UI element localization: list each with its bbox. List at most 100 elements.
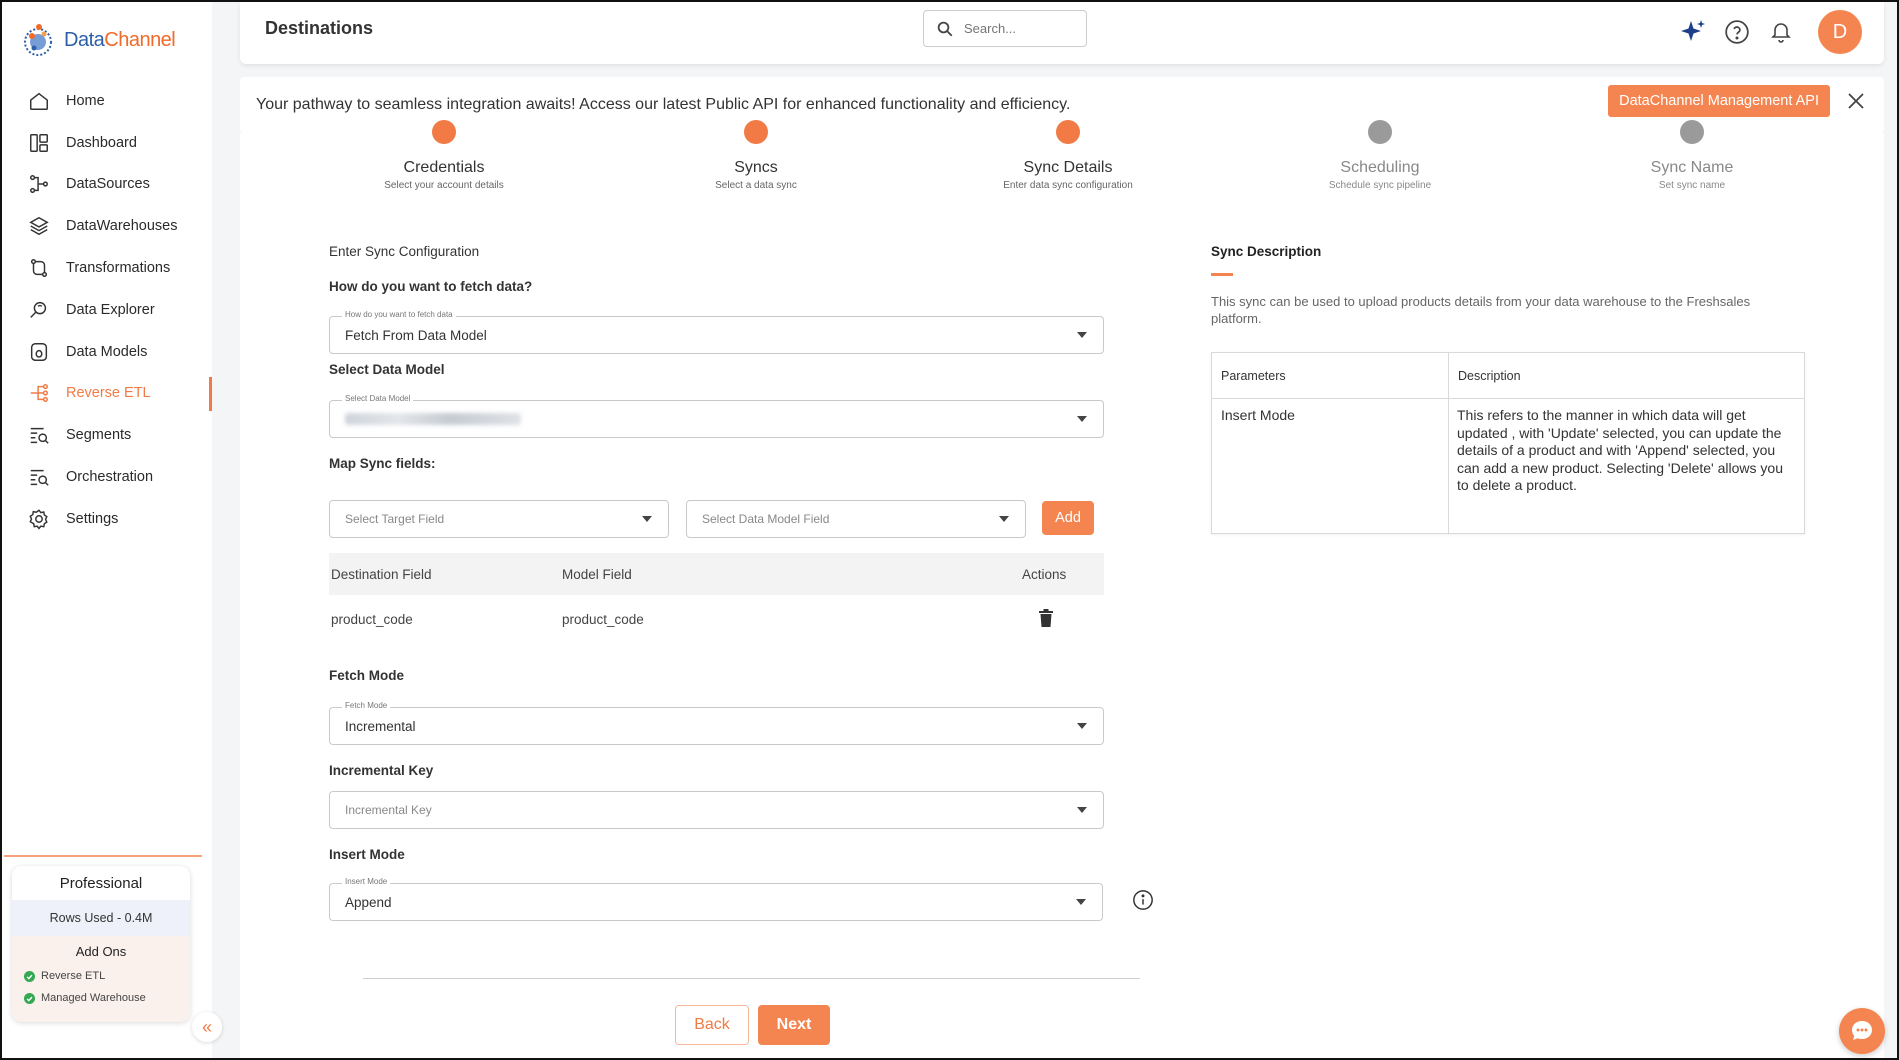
user-avatar[interactable]: D (1818, 10, 1862, 54)
step-indicator (1056, 120, 1080, 144)
insert-mode-label: Insert Mode (329, 847, 405, 862)
addon-item: Managed Warehouse (12, 987, 190, 1009)
select-value: Incremental (345, 718, 416, 734)
caret-down-icon (1076, 899, 1086, 905)
step-sync-name[interactable]: Sync Name Set sync name (1572, 120, 1812, 191)
step-title: Credentials (403, 159, 485, 176)
orchestration-icon (30, 469, 49, 486)
caret-down-icon (1077, 723, 1087, 729)
target-field-select[interactable]: Select Target Field (329, 500, 669, 538)
sparkle-button[interactable] (1678, 17, 1708, 47)
addons-section: Add Ons Reverse ETL Managed Warehouse (12, 936, 190, 1022)
sidebar-item-datawarehouses[interactable]: DataWarehouses (2, 205, 212, 247)
caret-down-icon (999, 516, 1009, 522)
title-underline (1211, 273, 1233, 276)
model-field-select[interactable]: Select Data Model Field (686, 500, 1026, 538)
step-indicator (1368, 120, 1392, 144)
sidebar: DataChannel Home Dashboard DataSources D… (2, 2, 222, 1058)
add-mapping-button[interactable]: Add (1042, 501, 1094, 535)
select-placeholder: Select Target Field (345, 512, 445, 526)
sidebar-item-label: Dashboard (66, 134, 137, 151)
column-header: Destination Field (331, 566, 432, 582)
search-box[interactable] (923, 10, 1087, 47)
reverse-etl-icon (30, 384, 48, 403)
destination-field-cell: product_code (331, 611, 413, 627)
parameters-table: Parameters Description Insert Mode This … (1211, 352, 1805, 534)
gear-icon (29, 509, 48, 530)
incremental-key-select[interactable]: Incremental Key (329, 791, 1104, 829)
bell-icon (1771, 23, 1791, 43)
sidebar-item-datasources[interactable]: DataSources (2, 164, 212, 206)
collapse-sidebar-button[interactable]: « (192, 1012, 222, 1042)
step-scheduling[interactable]: Scheduling Schedule sync pipeline (1260, 120, 1500, 191)
step-indicator (1680, 120, 1704, 144)
sidebar-item-data-explorer[interactable]: Data Explorer (2, 289, 212, 331)
datasources-icon (30, 175, 48, 194)
step-subtitle: Select a data sync (715, 180, 797, 191)
management-api-button[interactable]: DataChannel Management API (1608, 85, 1830, 117)
back-button[interactable]: Back (675, 1005, 749, 1045)
home-icon (30, 92, 48, 110)
help-button[interactable] (1722, 17, 1752, 47)
next-button[interactable]: Next (758, 1005, 830, 1045)
step-subtitle: Select your account details (384, 180, 504, 191)
fetch-method-select[interactable]: How do you want to fetch data Fetch From… (329, 310, 1104, 354)
sidebar-item-reverse-etl[interactable]: Reverse ETL (2, 373, 212, 415)
check-circle-icon (24, 970, 35, 982)
parameter-cell: Insert Mode (1212, 399, 1449, 533)
transform-icon (30, 259, 48, 278)
plan-name: Professional (59, 874, 143, 892)
step-title: Sync Name (1650, 159, 1734, 176)
close-icon[interactable] (1846, 91, 1866, 111)
step-subtitle: Enter data sync configuration (1003, 180, 1133, 191)
datachannel-logo-icon (24, 24, 52, 56)
map-fields-label: Map Sync fields: (329, 456, 436, 471)
floating-label: Select Data Model (342, 394, 414, 403)
double-chevron-left-icon: « (201, 1016, 212, 1037)
floating-label: Insert Mode (342, 877, 391, 886)
main-content: Credentials Select your account details … (240, 120, 1884, 1058)
info-icon[interactable] (1132, 889, 1154, 911)
notifications-button[interactable] (1766, 17, 1796, 47)
sidebar-item-data-models[interactable]: Data Models (2, 331, 212, 373)
check-circle-icon (24, 992, 35, 1004)
top-icons: D (1678, 10, 1862, 54)
explorer-icon (30, 301, 47, 318)
sidebar-item-orchestration[interactable]: Orchestration (2, 456, 212, 498)
brand-logo[interactable]: DataChannel (20, 20, 176, 60)
column-header: Parameters (1212, 353, 1449, 398)
fetch-mode-select[interactable]: Fetch Mode Incremental (329, 701, 1104, 745)
sidebar-item-label: Home (66, 92, 105, 109)
search-input[interactable] (962, 20, 1072, 37)
incremental-key-label: Incremental Key (329, 763, 434, 778)
step-credentials[interactable]: Credentials Select your account details (324, 120, 564, 191)
sidebar-item-transformations[interactable]: Transformations (2, 247, 212, 289)
description-cell: This refers to the manner in which data … (1457, 407, 1783, 493)
banner-text: Your pathway to seamless integration awa… (256, 96, 1071, 113)
insert-mode-select[interactable]: Insert Mode Append (329, 877, 1103, 921)
sparkle-icon (1681, 20, 1705, 41)
sidebar-item-segments[interactable]: Segments (2, 414, 212, 456)
model-label: Select Data Model (329, 362, 445, 377)
table-row: Insert Mode This refers to the manner in… (1212, 399, 1804, 533)
sidebar-item-label: Data Explorer (66, 301, 155, 318)
sidebar-item-dashboard[interactable]: Dashboard (2, 122, 212, 164)
sidebar-item-label: DataSources (66, 176, 150, 193)
addons-title: Add Ons (75, 944, 127, 959)
brand-name: DataChannel (64, 28, 176, 51)
sidebar-item-label: Data Models (66, 343, 148, 360)
sidebar-item-label: Orchestration (66, 469, 154, 486)
mapping-table-header: Destination Field Model Field Actions (329, 553, 1104, 595)
form-section-title: Enter Sync Configuration (329, 244, 480, 259)
step-syncs[interactable]: Syncs Select a data sync (636, 120, 876, 191)
trash-icon[interactable] (1038, 608, 1054, 628)
data-model-select[interactable]: Select Data Model (329, 394, 1104, 438)
chat-button[interactable] (1839, 1008, 1885, 1054)
mapping-table: Destination Field Model Field Actions pr… (329, 553, 1104, 643)
sidebar-item-label: Reverse ETL (66, 385, 151, 402)
sidebar-item-home[interactable]: Home (2, 80, 212, 122)
sidebar-item-settings[interactable]: Settings (2, 498, 212, 540)
layers-icon (29, 217, 49, 236)
step-sync-details[interactable]: Sync Details Enter data sync configurati… (948, 120, 1188, 191)
dashboard-icon (30, 133, 48, 152)
